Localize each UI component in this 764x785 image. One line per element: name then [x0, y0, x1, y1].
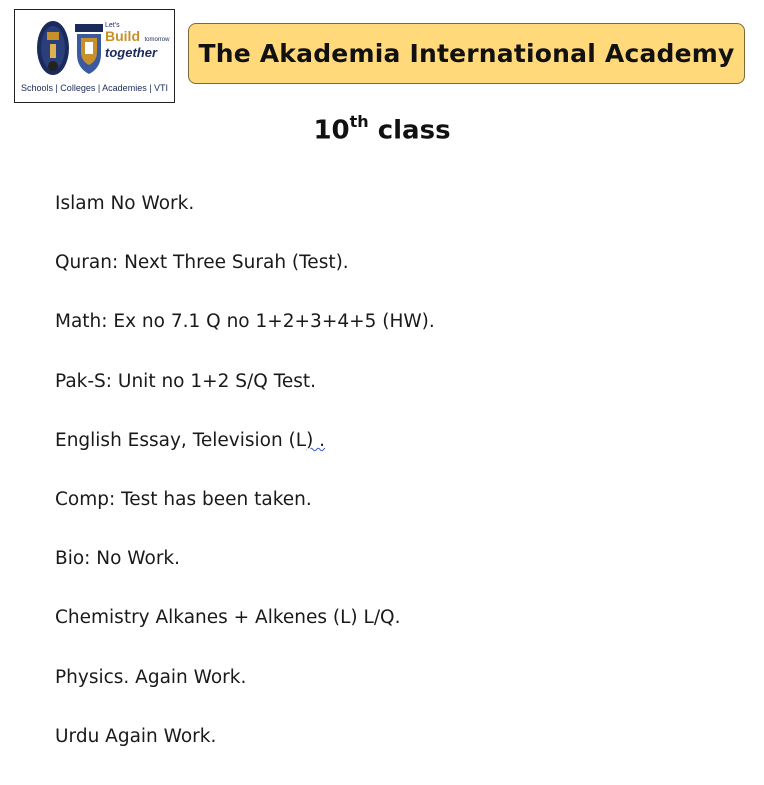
homework-item-computer: Comp: Test has been taken. [55, 488, 312, 510]
homework-list: Islam No Work. Quran: Next Three Surah (… [55, 193, 435, 785]
spelling-mark: ) . [306, 429, 326, 451]
homework-item-islam: Islam No Work. [55, 193, 195, 214]
homework-item-quran: Quran: Next Three Surah (Test). [55, 252, 349, 274]
homework-item-urdu: Urdu Again Work. [55, 725, 217, 747]
homework-item-pak-studies: Pak-S: Unit no 1+2 S/Q Test. [55, 370, 317, 392]
homework-item-math: Math: Ex no 7.1 Q no 1+2+3+4+5 (HW). [55, 311, 435, 333]
homework-item-biology: Bio: No Work. [55, 548, 181, 570]
homework-item-physics: Physics. Again Work. [55, 666, 247, 688]
logo-footer: Schools | Colleges | Academies | VTI [20, 83, 169, 93]
homework-item-chemistry: Chemistry Alkanes + Alkenes (L) L/Q. [55, 607, 401, 629]
class-number: 10 [313, 115, 350, 146]
class-ordinal-suffix: th [349, 112, 369, 131]
logo-tagline: Let's Build tomorrow together [105, 22, 170, 60]
class-title: 10th class [0, 112, 764, 146]
school-name: The Akademia International Academy [198, 39, 735, 68]
school-name-banner: The Akademia International Academy [188, 23, 745, 84]
school-logo: Let's Build tomorrow together Schools | … [14, 9, 175, 103]
class-label: class [377, 115, 451, 146]
homework-item-english: English Essay, Television (L) . [55, 429, 326, 451]
